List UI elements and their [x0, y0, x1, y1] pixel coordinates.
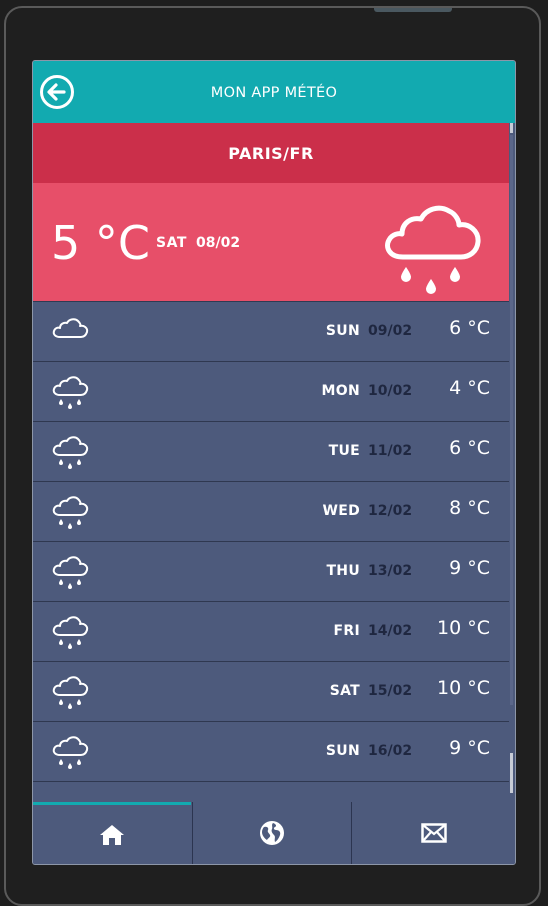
rain-cloud-icon: [385, 205, 481, 294]
rain-cloud-icon: [51, 375, 91, 411]
forecast-date: 09/02: [368, 323, 413, 339]
forecast-temperature: 9 °C: [449, 557, 490, 579]
tab-home[interactable]: [33, 802, 191, 864]
forecast-temperature: 6 °C: [449, 317, 490, 339]
forecast-day: WED: [322, 503, 360, 519]
tab-world[interactable]: [192, 802, 351, 864]
forecast-row[interactable]: THU 13/02 9 °C: [33, 542, 509, 602]
app-screen: MON APP MÉTÉO PARIS/FR 5 °C SAT 08/02 SU…: [32, 60, 516, 865]
forecast-temperature: 6 °C: [449, 437, 490, 459]
cloud-icon: [51, 315, 91, 351]
forecast-day: SUN: [325, 743, 360, 759]
rain-cloud-icon: [51, 615, 91, 651]
current-day: SAT: [156, 235, 187, 251]
rain-cloud-icon: [51, 495, 91, 531]
forecast-temperature: 8 °C: [449, 497, 490, 519]
back-arrow-icon: [40, 75, 74, 109]
forecast-row[interactable]: SUN 16/02 9 °C: [33, 722, 509, 782]
forecast-temperature: 4 °C: [449, 377, 490, 399]
back-button[interactable]: [39, 74, 75, 110]
forecast-row[interactable]: SUN 09/02 6 °C: [33, 302, 509, 362]
forecast-scroll-area[interactable]: PARIS/FR 5 °C SAT 08/02 SUN 09/02 6 °C MON 1…: [33, 123, 509, 802]
app-title: MON APP MÉTÉO: [210, 85, 338, 101]
rain-cloud-icon: [51, 675, 91, 711]
forecast-date: 11/02: [368, 443, 413, 459]
forecast-list: SUN 09/02 6 °C MON 10/02 4 °C TUE 11/02 6 °C WED 1…: [33, 302, 509, 782]
forecast-day: TUE: [328, 443, 360, 459]
forecast-temperature: 10 °C: [437, 677, 490, 699]
forecast-temperature: 10 °C: [437, 617, 490, 639]
forecast-date: 16/02: [368, 743, 413, 759]
forecast-date: 10/02: [368, 383, 413, 399]
tab-mail[interactable]: [351, 802, 515, 864]
scrollbar-top: [510, 123, 513, 133]
device-glint: [374, 8, 452, 12]
forecast-date: 15/02: [368, 683, 413, 699]
forecast-row[interactable]: FRI 14/02 10 °C: [33, 602, 509, 662]
forecast-day: SUN: [325, 323, 360, 339]
scrollbar-track: [510, 135, 513, 705]
mail-icon: [421, 823, 447, 843]
forecast-day: SAT: [329, 683, 360, 699]
forecast-day: THU: [326, 563, 360, 579]
globe-icon: [260, 821, 284, 845]
scrollbar-thumb[interactable]: [510, 753, 513, 793]
bottom-navigation: [33, 802, 515, 864]
forecast-temperature: 9 °C: [449, 737, 490, 759]
current-weather-panel: 5 °C SAT 08/02: [33, 183, 509, 302]
rain-cloud-icon: [51, 735, 91, 771]
forecast-date: 13/02: [368, 563, 413, 579]
rain-cloud-icon: [51, 435, 91, 471]
forecast-date: 14/02: [368, 623, 413, 639]
forecast-row[interactable]: MON 10/02 4 °C: [33, 362, 509, 422]
home-icon: [100, 824, 124, 845]
forecast-row[interactable]: TUE 11/02 6 °C: [33, 422, 509, 482]
app-bar: MON APP MÉTÉO: [33, 61, 515, 123]
city-header: PARIS/FR: [33, 123, 509, 183]
forecast-row[interactable]: SAT 15/02 10 °C: [33, 662, 509, 722]
forecast-date: 12/02: [368, 503, 413, 519]
rain-cloud-icon: [51, 555, 91, 591]
scrollbar[interactable]: [509, 123, 515, 802]
forecast-day: MON: [321, 383, 360, 399]
forecast-day: FRI: [333, 623, 360, 639]
current-temperature: 5 °C: [51, 216, 151, 270]
current-date: 08/02: [196, 235, 241, 251]
forecast-row[interactable]: WED 12/02 8 °C: [33, 482, 509, 542]
